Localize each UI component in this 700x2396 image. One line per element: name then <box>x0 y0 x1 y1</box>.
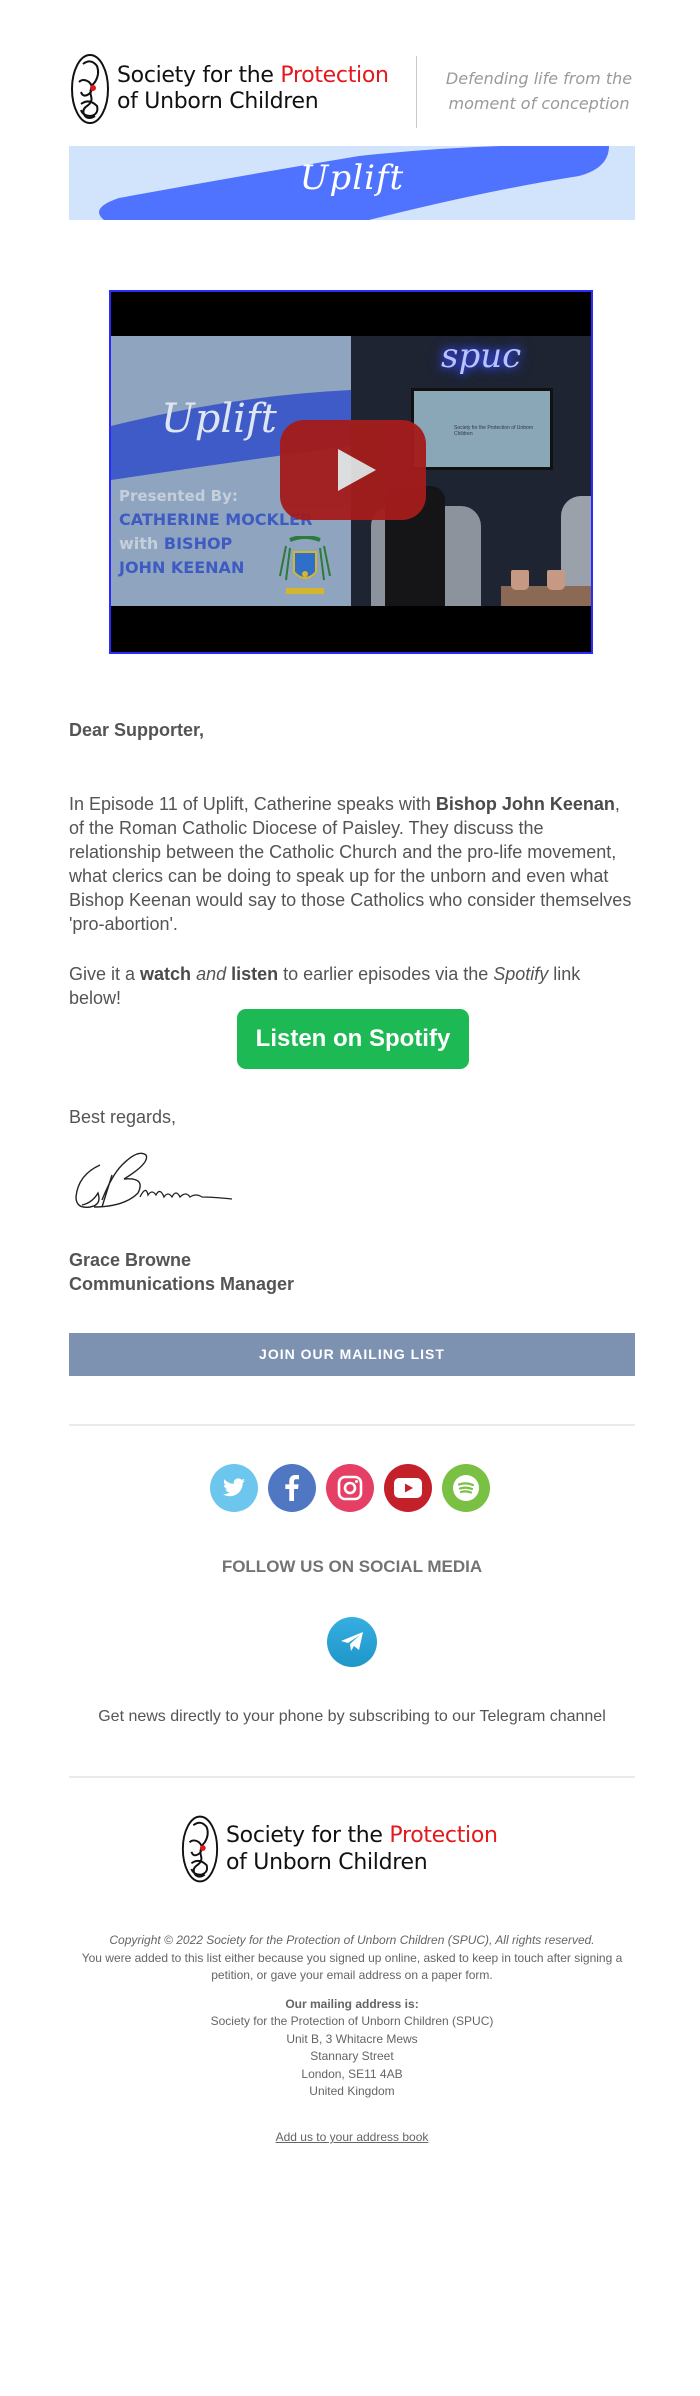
episode-paragraph: In Episode 11 of Uplift, Catherine speak… <box>69 792 635 936</box>
org-name-protection: Protection <box>280 63 389 88</box>
guest-line1: BISHOP <box>163 534 233 553</box>
join-mailing-list-button[interactable]: JOIN OUR MAILING LIST <box>69 1333 635 1376</box>
footer-org-name: Society for the Protection of Unborn Chi… <box>226 1822 498 1876</box>
listen-bold: listen <box>231 964 279 984</box>
spuc-logo[interactable]: Society for the Protection of Unborn Chi… <box>69 52 389 126</box>
footer-org-line2: of Unborn Children <box>226 1850 428 1875</box>
fetus-logo-icon <box>181 1815 219 1883</box>
tv-screen: Society for the Protection of Unborn Chi… <box>411 388 553 470</box>
spotify-icon[interactable] <box>442 1464 490 1512</box>
mug <box>547 570 565 590</box>
signature-image <box>75 1152 233 1208</box>
copyright-text: Copyright © 2022 Society for the Protect… <box>109 1933 595 1947</box>
youtube-play-icon[interactable] <box>280 420 426 520</box>
follow-us-label: FOLLOW US ON SOCIAL MEDIA <box>221 1557 483 1576</box>
closing: Best regards, <box>69 1107 177 1127</box>
org-name: Society for the Protection of Unborn Chi… <box>117 63 389 115</box>
subscription-reason: You were added to this list either becau… <box>81 1950 623 1983</box>
signer-block: Grace Browne Communications Manager <box>69 1248 635 1296</box>
listen-on-spotify-button[interactable]: Listen on Spotify <box>237 1009 469 1069</box>
video-thumbnail[interactable]: Uplift Presented By: CATHERINE MOCKLER w… <box>109 290 593 654</box>
org-name-line2: of Unborn Children <box>117 89 319 114</box>
tagline-line2: moment of conception <box>448 94 630 113</box>
add-to-address-book-link[interactable]: Add us to your address book <box>276 2130 429 2144</box>
signer-name: Grace Browne <box>69 1250 192 1270</box>
greeting: Dear Supporter, <box>69 720 205 740</box>
instagram-icon[interactable] <box>326 1464 374 1512</box>
footer-org-line1: Society for the <box>226 1823 390 1848</box>
divider <box>69 1776 635 1778</box>
para2-text: Give it a <box>69 964 141 984</box>
youtube-icon[interactable] <box>384 1464 432 1512</box>
telegram-icon[interactable] <box>327 1617 377 1667</box>
mailing-address: Society for the Protection of Unborn Chi… <box>69 2013 635 2101</box>
header-divider <box>416 56 417 128</box>
bishop-crest-icon <box>279 536 331 594</box>
address-line: Stannary Street <box>310 2049 394 2063</box>
signer-title: Communications Manager <box>69 1274 295 1294</box>
spotify-italic: Spotify <box>493 964 549 984</box>
watch-bold: watch <box>140 964 192 984</box>
footer-logo[interactable]: Society for the Protection of Unborn Chi… <box>180 1812 498 1886</box>
address-book-container: Add us to your address book <box>69 2130 635 2144</box>
fetus-logo-icon <box>71 54 109 124</box>
mug <box>511 570 529 590</box>
footer-org-protection: Protection <box>389 1823 498 1848</box>
banner-title: Uplift <box>299 158 405 198</box>
divider <box>69 1424 635 1426</box>
thumbnail-title: Uplift <box>161 396 277 442</box>
address-line: Unit B, 3 Whitacre Mews <box>286 2031 418 2046</box>
mailing-address-label: Our mailing address is: <box>285 1997 419 2011</box>
telegram-text: Get news directly to your phone by subsc… <box>98 1708 606 1725</box>
presenter-name: CATHERINE MOCKLER <box>119 510 313 529</box>
tagline-line1: Defending life from the <box>445 69 633 88</box>
twitter-icon[interactable] <box>210 1464 258 1512</box>
header: Society for the Protection of Unborn Chi… <box>69 52 635 132</box>
para1-text: In Episode 11 of Uplift, Catherine speak… <box>69 794 436 814</box>
with-label: with <box>119 534 159 553</box>
social-icons <box>210 1464 490 1514</box>
listen-paragraph: Give it a watch and listen to earlier ep… <box>69 962 635 1010</box>
tagline: Defending life from the moment of concep… <box>439 66 639 116</box>
para1-text-cont: , of the Roman Catholic Diocese of Paisl… <box>69 794 632 934</box>
uplift-banner: Uplift <box>69 146 635 220</box>
guest-name-bold: Bishop John Keenan <box>435 794 615 814</box>
presented-by: Presented By: <box>119 487 238 505</box>
facebook-icon[interactable] <box>268 1464 316 1512</box>
org-name-line1: Society for the <box>117 63 281 88</box>
and-italic: and <box>196 964 227 984</box>
tv-screen-text: Society for the Protection of Unborn Chi… <box>454 425 534 437</box>
neon-sign: spuc <box>441 336 522 376</box>
para2-text-cont: to earlier episodes via the <box>278 964 494 984</box>
address-line: London, SE11 4AB <box>301 2066 403 2081</box>
address-line: United Kingdom <box>309 2084 395 2098</box>
address-line: Society for the Protection of Unborn Chi… <box>210 2014 494 2028</box>
footer-copyright: Copyright © 2022 Society for the Protect… <box>69 1932 635 1985</box>
